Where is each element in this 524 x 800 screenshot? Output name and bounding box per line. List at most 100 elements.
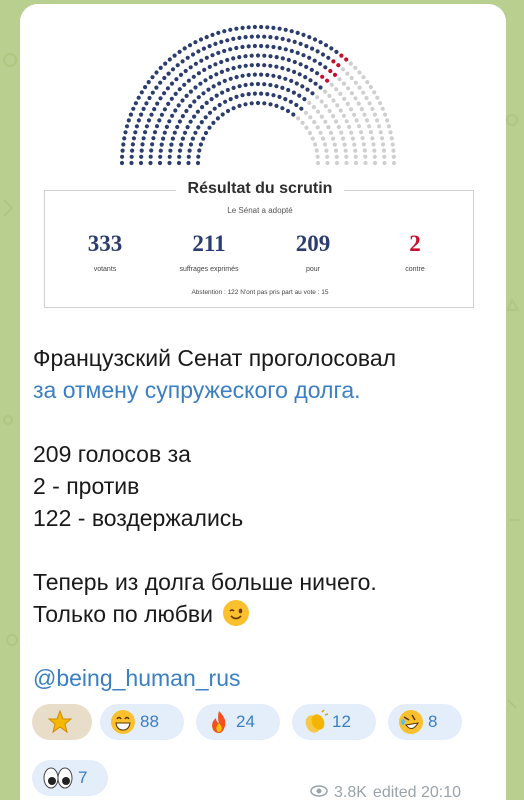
seat-dot	[286, 38, 291, 43]
reaction-rofl[interactable]: 8	[388, 704, 462, 740]
seat-dot	[200, 105, 205, 110]
seat-dot	[296, 116, 301, 121]
seat-dot	[152, 130, 158, 135]
seat-dot	[310, 136, 315, 141]
star-icon	[47, 709, 73, 735]
seat-dot	[332, 72, 338, 77]
seat-dot	[141, 136, 146, 141]
seat-dot	[219, 39, 224, 44]
seat-dot	[252, 43, 257, 49]
seat-dot	[283, 27, 288, 32]
seat-dot	[228, 76, 233, 81]
seat-dot	[361, 142, 366, 147]
seat-dot	[314, 148, 319, 153]
seat-dot	[158, 65, 163, 70]
seat-dot	[243, 35, 248, 40]
text-line-with-emoji: Только по любви	[33, 598, 493, 630]
seat-dot	[234, 45, 239, 51]
text-link[interactable]: за отмену супружеского долга.	[33, 374, 493, 406]
eyes-icon	[42, 765, 74, 791]
seat-dot	[177, 49, 182, 54]
seat-dot	[187, 148, 192, 153]
seat-dot	[169, 96, 174, 101]
seat-dot	[298, 41, 303, 46]
seat-dot	[274, 55, 279, 60]
seat-dot	[274, 35, 279, 40]
seat-dot	[268, 102, 273, 107]
seat-dot	[360, 136, 365, 141]
text-line: 209 голосов за	[33, 441, 191, 467]
seat-dot	[310, 91, 315, 96]
seat-dot	[318, 130, 323, 135]
seat-dot	[206, 87, 211, 92]
seat-dot	[297, 93, 302, 98]
seat-dot	[147, 95, 152, 101]
seat-dot	[381, 142, 386, 147]
seat-dot	[249, 82, 254, 87]
seat-dot	[325, 154, 330, 159]
seat-dot	[193, 61, 198, 66]
seat-dot	[331, 98, 336, 103]
seat-dot	[186, 154, 191, 159]
seat-dot	[210, 32, 215, 37]
seat-dot	[133, 130, 138, 135]
seat-dot	[329, 46, 334, 51]
seat-dot	[343, 148, 348, 153]
seat-dot	[139, 112, 144, 117]
seat-dot	[179, 142, 184, 147]
seat-dot	[334, 160, 340, 166]
seat-dot	[383, 112, 388, 117]
reaction-clap[interactable]: 12	[292, 704, 376, 740]
seat-dot	[391, 154, 396, 159]
reaction-eyes[interactable]: 7	[32, 760, 108, 796]
text-line: Французский Сенат проголосовал	[33, 345, 397, 371]
seat-dot	[170, 136, 175, 141]
seat-dot	[312, 58, 317, 63]
seat-dot	[212, 106, 217, 111]
seat-dot	[166, 101, 171, 106]
seat-dot	[344, 57, 349, 62]
reaction-star[interactable]	[32, 704, 92, 740]
vote-result-image: Résultat du scrutin Le Sénat a adopté 33…	[20, 4, 506, 322]
seat-dot	[150, 90, 155, 95]
seat-dot	[231, 85, 236, 90]
seat-dot	[313, 142, 318, 147]
seat-dot	[141, 106, 146, 111]
seat-dot	[217, 102, 222, 108]
seat-dot	[301, 32, 306, 37]
seat-dot	[162, 91, 167, 96]
stat-suffrages: 211 suffrages exprimés	[159, 231, 259, 273]
seat-dot	[341, 136, 346, 141]
seat-dot	[237, 64, 242, 69]
seat-dot	[365, 80, 370, 85]
seat-dot	[182, 46, 187, 51]
seat-dot	[262, 34, 267, 39]
seat-dot	[211, 84, 216, 89]
seat-dot	[207, 125, 212, 130]
seat-dot	[294, 81, 299, 86]
reaction-fire[interactable]: 24	[196, 704, 280, 740]
seat-dot	[390, 142, 395, 147]
reaction-count: 88	[140, 712, 159, 731]
seat-dot	[362, 112, 367, 117]
seat-dot	[148, 154, 153, 159]
seat-dot	[136, 95, 141, 100]
stat-label: pour	[305, 266, 320, 273]
seat-dot	[318, 61, 323, 66]
reaction-grinning[interactable]: 88	[100, 704, 184, 740]
seat-dot	[307, 35, 312, 40]
seat-dot	[310, 46, 315, 51]
channel-mention-link[interactable]: @being_human_rus	[33, 662, 493, 694]
seat-dot	[277, 75, 282, 80]
seat-dot	[219, 69, 224, 74]
seat-dot	[207, 64, 212, 69]
seat-dot	[246, 25, 251, 30]
seat-dot	[225, 87, 230, 93]
seat-dot	[295, 30, 300, 35]
seat-dot	[185, 55, 190, 60]
seat-dot	[286, 67, 291, 72]
seat-dot	[176, 160, 182, 166]
seat-dot	[331, 114, 336, 119]
seat-dot	[286, 57, 291, 63]
seat-dot	[204, 55, 209, 60]
